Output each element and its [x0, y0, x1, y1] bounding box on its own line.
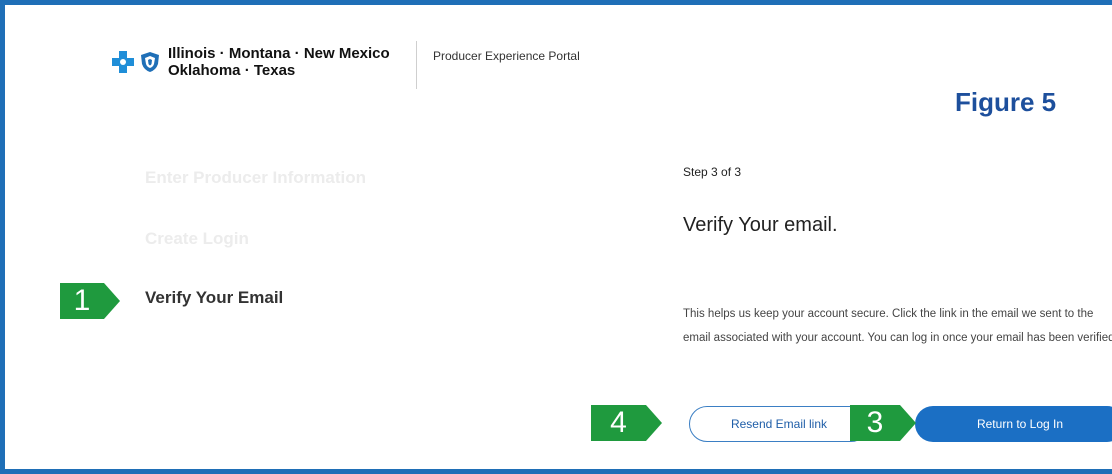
step-count: Step 3 of 3 [683, 165, 742, 179]
portal-name: Producer Experience Portal [433, 49, 580, 63]
blue-cross-icon [112, 51, 134, 73]
bcbs-logo[interactable]: Illinois · Montana · New Mexico Oklahoma… [112, 45, 390, 79]
header-divider [416, 41, 417, 89]
logo-states-line-1: Illinois · Montana · New Mexico [168, 45, 390, 62]
logo-text: Illinois · Montana · New Mexico Oklahoma… [168, 45, 390, 79]
return-to-login-button[interactable]: Return to Log In [915, 406, 1112, 442]
callout-badge-3: 3 [850, 405, 916, 441]
figure-label: Figure 5 [955, 87, 1057, 117]
callout-number: 4 [610, 406, 627, 439]
step-verify-email: Verify Your Email [145, 288, 284, 307]
screenshot-frame: Illinois · Montana · New Mexico Oklahoma… [0, 0, 1112, 474]
resend-button-label: Resend Email link [730, 417, 828, 431]
step-create-login: Create Login [145, 229, 249, 248]
resend-email-link-button[interactable]: Resend Email link [689, 406, 869, 442]
callout-number: 3 [866, 406, 884, 439]
blue-shield-icon [140, 51, 160, 73]
callout-badge-1: 1 [60, 283, 120, 319]
callout-badge-4: 4 [591, 405, 662, 441]
logo-states-line-2: Oklahoma · Texas [168, 62, 296, 79]
callout-number: 1 [73, 284, 91, 317]
instructions-text: This helps us keep your account secure. … [683, 308, 1112, 344]
page-heading: Verify Your email. [683, 214, 838, 236]
return-button-label: Return to Log In [976, 417, 1064, 431]
step-enter-producer-information: Enter Producer Information [145, 168, 367, 187]
